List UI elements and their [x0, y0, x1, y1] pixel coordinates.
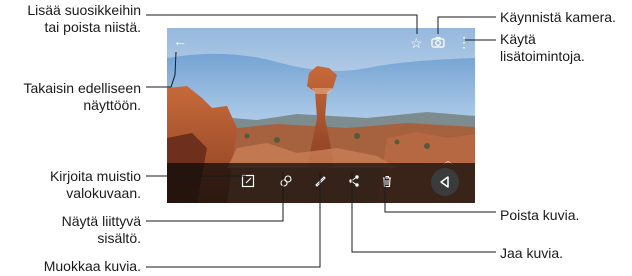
leader-lines [146, 14, 496, 268]
leader-edit [146, 172, 321, 268]
leader-back [146, 51, 177, 88]
leader-favorite [146, 14, 418, 34]
leader-delete [384, 175, 496, 213]
leader-camera [437, 16, 496, 34]
leader-related [146, 172, 284, 222]
